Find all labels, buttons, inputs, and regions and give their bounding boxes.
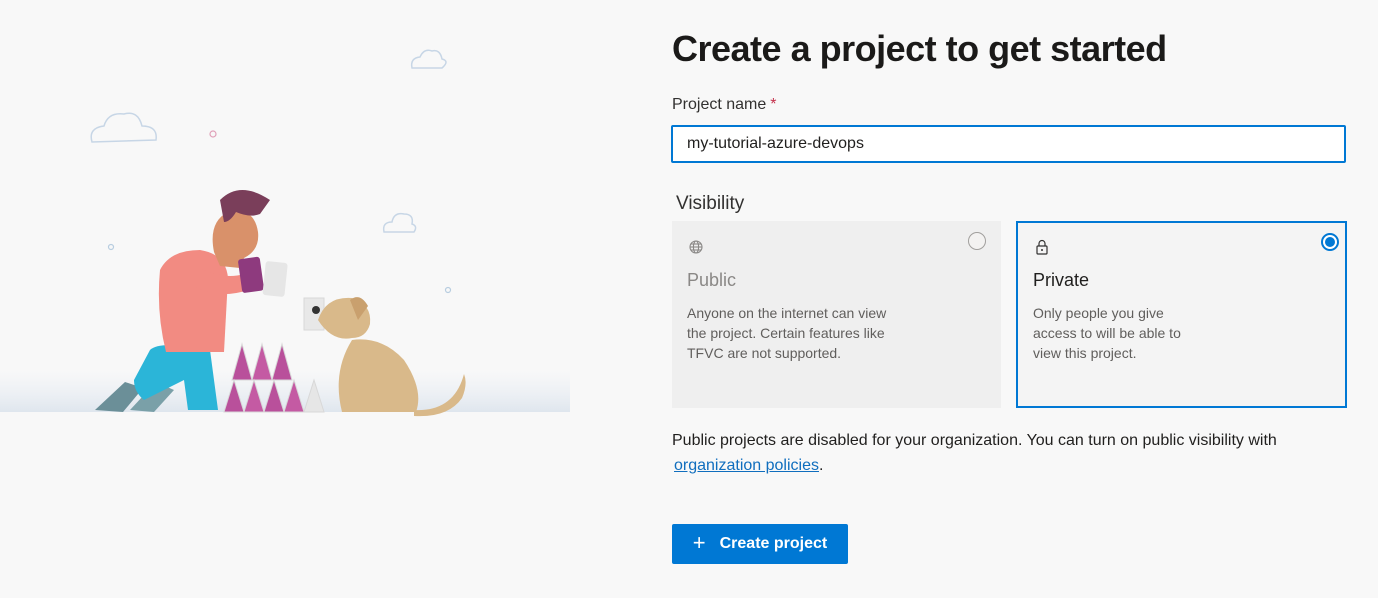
project-name-input[interactable] <box>671 125 1346 163</box>
project-name-label: Project name * <box>672 96 777 114</box>
public-disabled-notice: Public projects are disabled for your or… <box>672 428 1362 478</box>
dot-decoration <box>209 130 217 138</box>
visibility-option-description: Anyone on the internet can view the proj… <box>687 305 887 361</box>
organization-policies-link[interactable]: organization policies <box>674 457 819 474</box>
visibility-option-title: Private <box>1033 270 1090 290</box>
visibility-option-description: Only people you give access to will be a… <box>1033 305 1181 361</box>
cloud-icon <box>90 49 447 233</box>
page-title: Create a project to get started <box>672 28 1167 69</box>
dot-decoration <box>444 286 452 294</box>
globe-icon <box>689 240 703 254</box>
create-project-button[interactable]: + Create project <box>672 524 848 564</box>
visibility-radio-public[interactable] <box>968 232 986 250</box>
notice-text: Public projects are disabled for your or… <box>672 432 1277 449</box>
card-house <box>223 297 325 413</box>
visibility-radio-private[interactable] <box>1321 233 1339 251</box>
plus-icon: + <box>692 529 706 555</box>
visibility-option-private[interactable]: Private Only people you give access to w… <box>1016 221 1347 408</box>
visibility-label: Visibility <box>676 193 745 214</box>
project-name-label-text: Project name <box>672 96 767 113</box>
visibility-option-title: Public <box>687 270 737 290</box>
visibility-option-public[interactable]: Public Anyone on the internet can view t… <box>672 221 1001 408</box>
create-project-label: Create project <box>719 535 828 552</box>
lock-icon <box>1036 239 1048 255</box>
notice-suffix: . <box>818 457 824 474</box>
dot-decoration <box>107 243 115 251</box>
hero-illustration <box>0 0 600 593</box>
required-marker: * <box>770 96 777 113</box>
